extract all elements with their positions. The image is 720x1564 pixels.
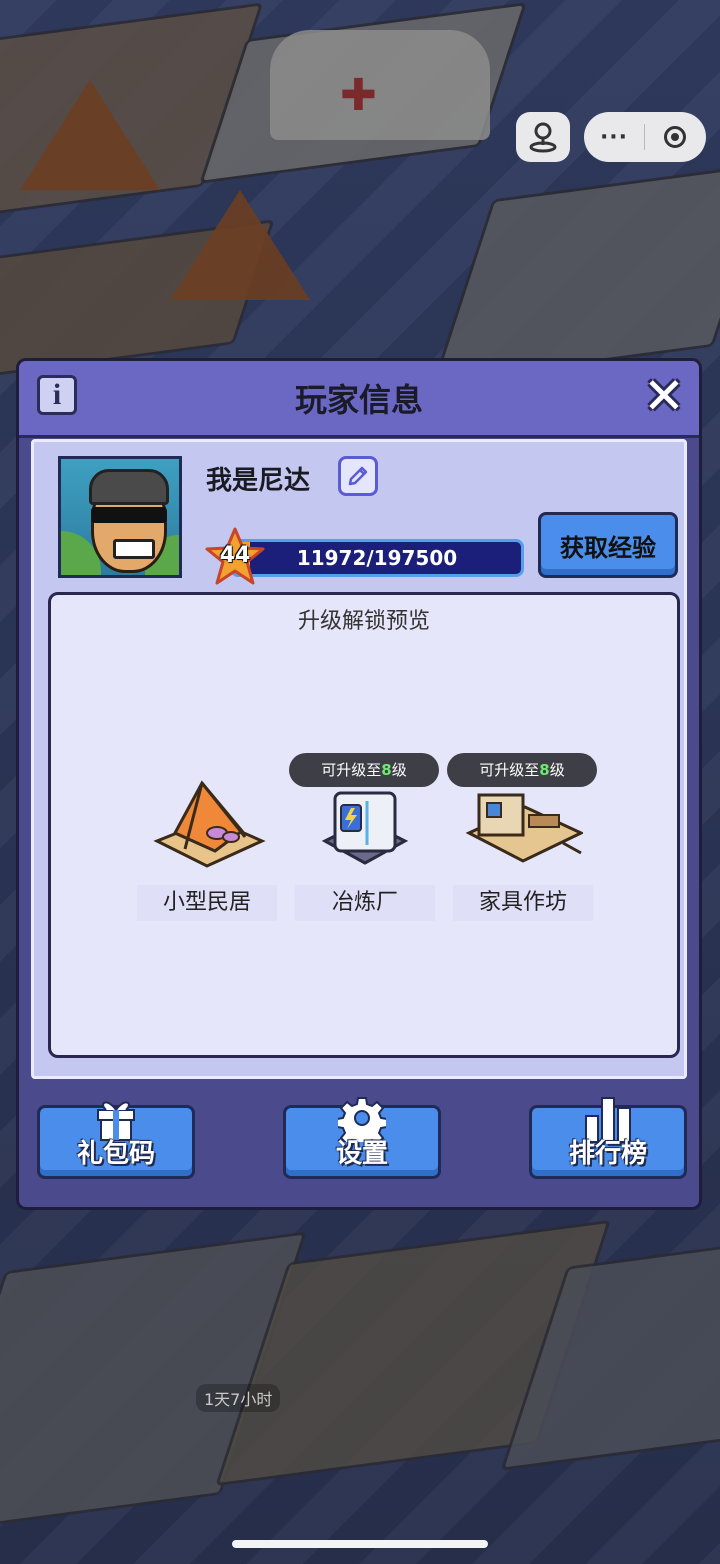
pencil-icon — [348, 466, 368, 486]
dialog-header: i 玩家信息 ✕ — [19, 361, 699, 438]
edit-name-button[interactable] — [338, 456, 378, 496]
tent — [170, 190, 310, 300]
building-name: 家具作坊 — [453, 885, 593, 921]
ranking-label: 排行榜 — [568, 1139, 647, 1169]
more-menu-button[interactable]: ··· — [584, 125, 644, 150]
settings-label: 设置 — [335, 1139, 388, 1169]
building-name: 小型民居 — [137, 885, 277, 921]
avatar-mouth — [113, 539, 155, 559]
furniture-workshop-icon — [465, 793, 583, 863]
close-button[interactable]: ✕ — [639, 371, 689, 421]
avatar[interactable] — [58, 456, 182, 578]
player-level: 44 — [219, 543, 251, 568]
joystick-button[interactable] — [516, 112, 570, 162]
building-item-smelter[interactable]: 可升级至8级 冶炼厂 — [289, 753, 439, 925]
home-indicator[interactable] — [232, 1540, 488, 1548]
player-name: 我是尼达 — [206, 466, 311, 496]
mini-program-capsule: ··· — [584, 112, 706, 162]
building-item-small-house[interactable]: 小型民居 — [137, 765, 277, 925]
exp-progress-text: 11972/197500 — [296, 546, 458, 570]
target-icon — [664, 126, 686, 148]
avatar-sunglasses — [91, 507, 167, 523]
smelter-icon — [321, 791, 409, 865]
exit-mini-program-button[interactable] — [645, 126, 705, 148]
player-panel: 我是尼达 11972/197500 44 获取经验 升级解锁预览 小型民居 可升… — [31, 439, 687, 1079]
gift-code-button[interactable]: 礼包码 — [37, 1101, 195, 1179]
exp-progress-bar: 11972/197500 — [230, 539, 524, 577]
tent — [20, 80, 160, 190]
gift-code-label: 礼包码 — [76, 1139, 155, 1169]
build-timer: 1天7小时 — [196, 1384, 281, 1412]
building-name: 冶炼厂 — [295, 885, 435, 921]
close-icon: ✕ — [643, 367, 685, 425]
settings-button[interactable]: 设置 — [283, 1097, 441, 1179]
building-item-furniture-workshop[interactable]: 可升级至8级 家具作坊 — [447, 753, 597, 925]
joystick-icon — [529, 122, 557, 153]
medical-tent — [270, 30, 490, 140]
red-cross-icon: ✚ — [340, 70, 377, 121]
avatar-hair — [89, 469, 169, 505]
player-info-dialog: i 玩家信息 ✕ 我是尼达 11972/197500 44 获取经验 升级解锁预… — [16, 358, 702, 1210]
raft — [432, 162, 720, 384]
ranking-button[interactable]: 排行榜 — [529, 1097, 687, 1179]
get-exp-button[interactable]: 获取经验 — [538, 512, 678, 578]
tent-house-icon — [153, 780, 266, 868]
dialog-title: 玩家信息 — [294, 381, 423, 419]
upgrade-unlock-preview: 升级解锁预览 小型民居 可升级至8级 冶炼厂 可升级至8级 家具作坊 — [48, 592, 680, 1058]
preview-title: 升级解锁预览 — [297, 609, 430, 634]
